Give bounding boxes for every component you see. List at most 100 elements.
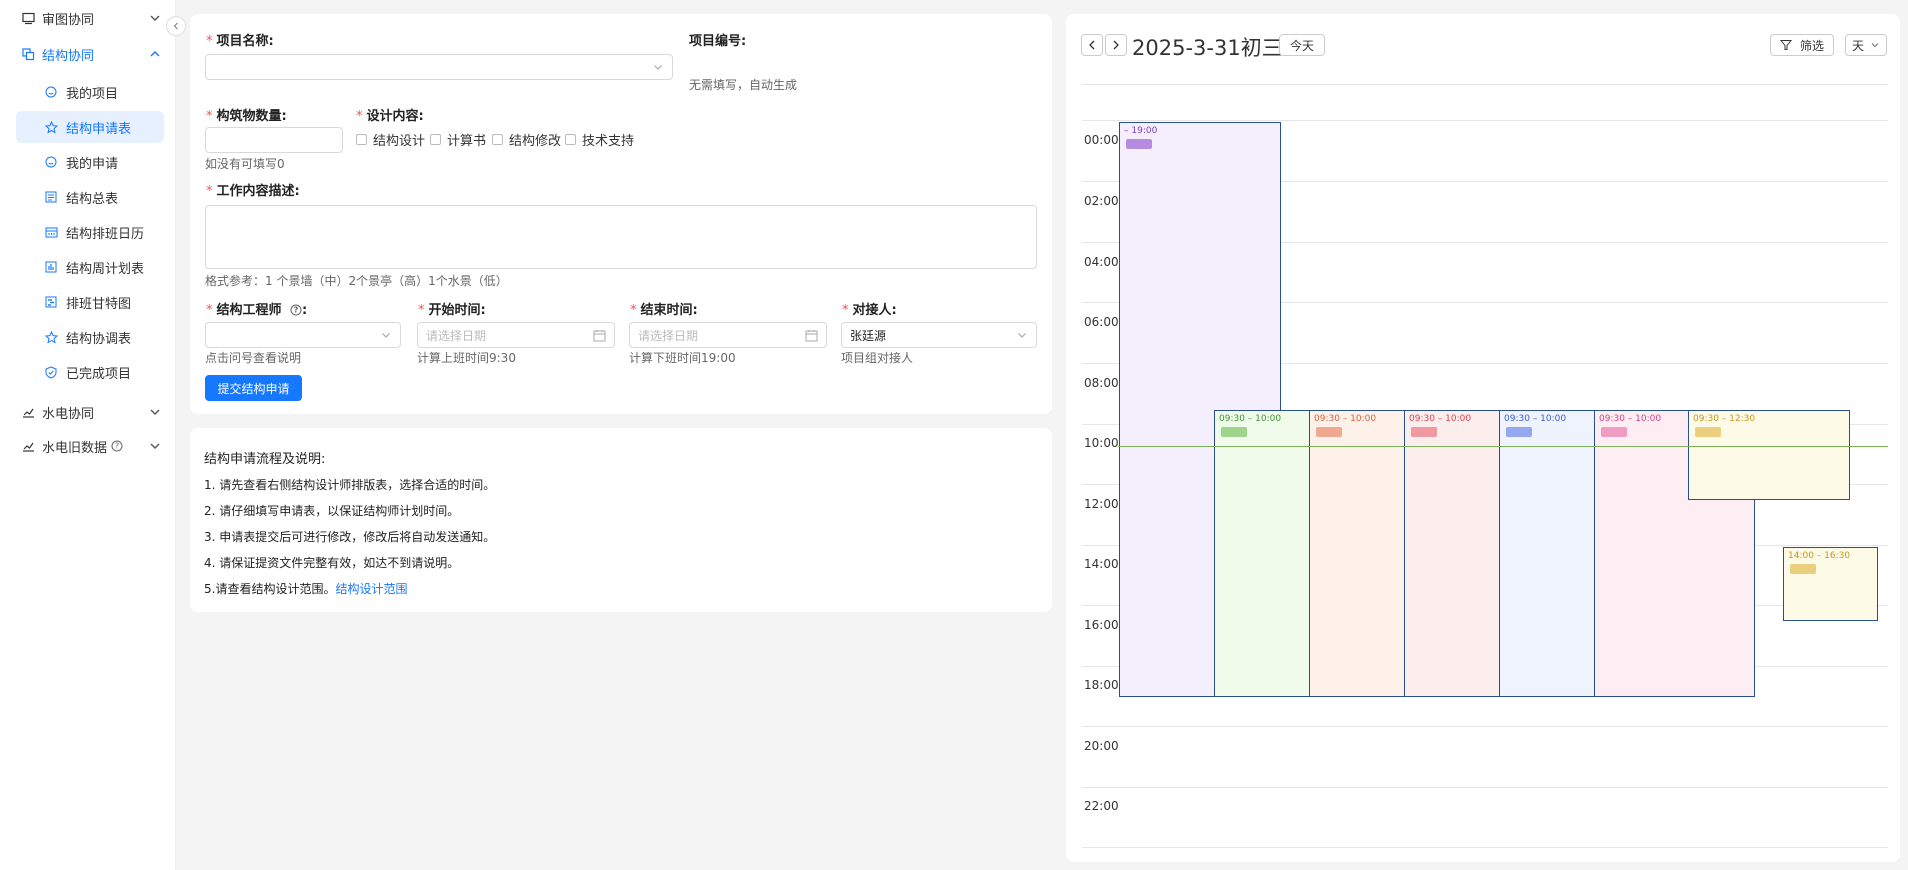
sidebar-item-shift-calendar[interactable]: 结构排班日历 <box>16 216 164 248</box>
sidebar-item-my-applications[interactable]: 我的申请 <box>16 146 164 178</box>
event-title-redacted <box>1790 564 1816 574</box>
sidebar-item-label: 排班甘特图 <box>66 296 132 312</box>
hour-label: 08:00 <box>1084 376 1119 390</box>
menu-group-label: 结构协同 <box>42 48 95 64</box>
start-date-picker[interactable]: 请选择日期 <box>417 322 615 348</box>
event-time: 09:30 – 12:30 <box>1693 414 1756 424</box>
calendar-event[interactable]: 09:30 – 10:00 <box>1214 410 1310 697</box>
checkbox-box <box>492 134 503 145</box>
engineer-select[interactable] <box>205 322 401 348</box>
contact-label: * 对接人: <box>842 303 897 318</box>
calendar-event[interactable]: 14:00 – 16:30 <box>1783 547 1878 621</box>
sidebar-item-label: 我的项目 <box>66 86 119 102</box>
design-option-structure-checkbox[interactable]: 结构设计 <box>356 130 425 149</box>
prev-day-button[interactable] <box>1081 34 1103 56</box>
sidebar-item-structure-application[interactable]: 结构申请表 <box>16 111 164 143</box>
end-date-picker[interactable]: 请选择日期 <box>629 322 827 348</box>
building-count-label: * 构筑物数量: <box>206 109 287 124</box>
calendar-event[interactable]: 09:30 – 10:00 <box>1309 410 1405 697</box>
instruction-text: 5.请查看结构设计范围。 <box>204 582 336 596</box>
chevron-right-icon <box>1113 40 1119 50</box>
hour-label: 00:00 <box>1084 133 1119 147</box>
date-placeholder: 请选择日期 <box>638 328 699 343</box>
chart-up-icon <box>20 438 36 454</box>
start-time-hint: 计算上班时间9:30 <box>417 351 516 365</box>
calendar-event[interactable]: 09:30 – 10:00 <box>1499 410 1595 697</box>
shield-check-icon <box>44 365 58 379</box>
view-label: 天 <box>1851 38 1864 53</box>
design-option-calc-checkbox[interactable]: 计算书 <box>430 130 486 149</box>
event-title-redacted <box>1695 427 1721 437</box>
checkbox-label: 计算书 <box>447 134 487 149</box>
sidebar-item-structure-summary[interactable]: 结构总表 <box>16 181 164 213</box>
design-option-support-checkbox[interactable]: 技术支持 <box>565 130 634 149</box>
menu-group-label: 水电旧数据 <box>42 440 108 456</box>
checkbox-box <box>356 134 367 145</box>
chevron-down-icon <box>150 443 160 449</box>
work-desc-textarea[interactable] <box>205 205 1037 269</box>
work-desc-hint: 格式参考：1 个景墙（中）2个景亭（高）1个水景（低） <box>205 274 508 288</box>
application-form-card: * 项目名称: 项目编号: 无需填写，自动生成 * 构筑物数量: 如没有可填写0 *… <box>190 14 1052 414</box>
design-option-modify-checkbox[interactable]: 结构修改 <box>492 130 561 149</box>
monitor-icon <box>20 10 36 26</box>
building-count-input[interactable] <box>205 127 343 153</box>
calendar-icon <box>44 225 58 239</box>
end-time-label: * 结束时间: <box>630 303 698 318</box>
sidebar-item-gantt[interactable]: 排班甘特图 <box>16 286 164 318</box>
menu-group-plumbing[interactable]: 水电协同 <box>0 394 176 430</box>
design-content-label: * 设计内容: <box>356 109 424 124</box>
chevron-down-icon <box>1871 43 1879 48</box>
menu-group-structure[interactable]: 结构协同 <box>0 36 176 72</box>
help-icon[interactable]: ? <box>290 304 302 320</box>
contact-select[interactable]: 张廷源 <box>841 322 1037 348</box>
today-button[interactable]: 今天 <box>1279 34 1325 56</box>
calendar-event[interactable]: 09:30 – 10:00 <box>1404 410 1500 697</box>
next-day-button[interactable] <box>1105 34 1127 56</box>
sidebar-item-coordination[interactable]: 结构协调表 <box>16 321 164 353</box>
hour-label: 02:00 <box>1084 194 1119 208</box>
project-name-select[interactable] <box>205 54 673 80</box>
instruction-line: 2. 请仔细填写申请表，以保证结构师计划时间。 <box>204 504 460 518</box>
instructions-title: 结构申请流程及说明: <box>204 452 326 467</box>
filter-button[interactable]: 筛选 <box>1770 34 1834 56</box>
chevron-down-icon <box>150 409 160 415</box>
building-count-hint: 如没有可填写0 <box>205 157 285 171</box>
sidebar-item-my-projects[interactable]: 我的项目 <box>16 76 164 108</box>
hour-label: 18:00 <box>1084 678 1119 692</box>
sidebar-item-label: 结构协调表 <box>66 331 132 347</box>
event-title-redacted <box>1411 427 1437 437</box>
event-title-redacted <box>1126 139 1152 149</box>
menu-group-review[interactable]: 审图协同 <box>0 0 176 36</box>
instruction-line: 5.请查看结构设计范围。结构设计范围 <box>204 580 407 597</box>
grid-line <box>1082 84 1888 85</box>
event-title-redacted <box>1316 427 1342 437</box>
event-time: 09:30 – 10:00 <box>1219 414 1282 424</box>
instruction-line: 4. 请保证提资文件完整有效，如达不到请说明。 <box>204 556 460 570</box>
instructions-card: 结构申请流程及说明: 1. 请先查看右侧结构设计师排版表，选择合适的时间。 2.… <box>190 428 1052 612</box>
sidebar-collapse-button[interactable] <box>166 16 186 36</box>
submit-application-button[interactable]: 提交结构申请 <box>205 375 302 401</box>
sidebar-item-completed[interactable]: 已完成项目 <box>16 356 164 388</box>
engineer-label: * 结构工程师 ?: <box>206 303 308 320</box>
sidebar-item-label: 结构总表 <box>66 191 119 207</box>
checkbox-box <box>430 134 441 145</box>
smile-icon <box>44 155 58 169</box>
hour-label: 16:00 <box>1084 618 1119 632</box>
sidebar-item-label: 已完成项目 <box>66 366 132 382</box>
grid-line <box>1082 726 1888 727</box>
star-icon <box>44 330 58 344</box>
smile-icon <box>44 85 58 99</box>
sidebar-item-weekly-plan[interactable]: 结构周计划表 <box>16 251 164 283</box>
menu-group-plumbing-legacy[interactable]: 水电旧数据 ? <box>0 428 176 464</box>
project-name-label: * 项目名称: <box>206 34 274 49</box>
view-select[interactable]: 天 <box>1845 34 1887 56</box>
chevron-down-icon <box>150 15 160 21</box>
current-time-indicator <box>1118 446 1888 447</box>
instruction-line: 1. 请先查看右侧结构设计师排版表，选择合适的时间。 <box>204 478 496 492</box>
event-time: 09:30 – 10:00 <box>1314 414 1377 424</box>
help-icon[interactable]: ? <box>111 440 123 452</box>
design-scope-link[interactable]: 结构设计范围 <box>335 582 407 596</box>
calendar-event[interactable]: 09:30 – 12:30 <box>1688 410 1850 500</box>
checkbox-box <box>565 134 576 145</box>
chevron-left-icon <box>1089 40 1095 50</box>
